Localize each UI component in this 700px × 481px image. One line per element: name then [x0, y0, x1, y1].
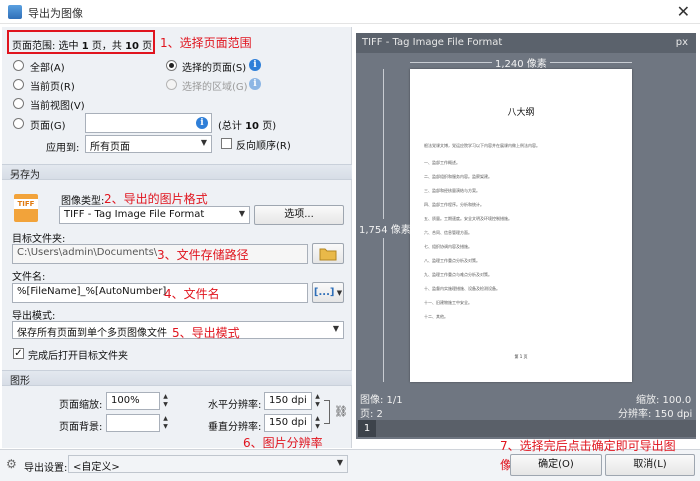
h-resolution-input[interactable]: 150 dpi: [264, 392, 312, 410]
preview-doc-item: 五、质量。工期速度。安全文明及环境控制措施。: [424, 216, 512, 221]
reverse-order-label: 反向顺序(R): [236, 141, 291, 152]
v-resolution-label: 垂直分辨率:: [208, 422, 262, 433]
image-count: 图像: 1/1: [360, 395, 403, 406]
preview-doc-item: 七、组织协调内容及措施。: [424, 244, 472, 249]
open-folder-checkbox[interactable]: ✓: [13, 348, 24, 359]
target-folder-label: 目标文件夹:: [12, 234, 66, 245]
ok-button[interactable]: 确定(O): [510, 454, 602, 476]
radio-current-page-label: 当前页(R): [30, 82, 75, 93]
pages-input[interactable]: [85, 113, 212, 133]
preview-doc-item: 二、监部组织和服务内容。监察架建。: [424, 174, 492, 179]
image-type-select[interactable]: TIFF - Tag Image File Format ▼: [59, 206, 250, 224]
link-bracket: [324, 400, 330, 424]
radio-pages-label: 页面(G): [30, 121, 66, 132]
preview-doc-item: 八、监理工作重点分析及对策。: [424, 258, 480, 263]
zoom-readout: 缩放: 100.0: [636, 395, 692, 406]
radio-selected-pages-label: 选择的页面(S): [182, 63, 247, 74]
page-zoom-label: 页面缩放:: [59, 400, 103, 411]
h-resolution-label: 水平分辨率:: [208, 400, 262, 411]
filename-input[interactable]: %[FileName]_%[AutoNumber]: [12, 283, 308, 303]
preview-doc-page-number: 第 1 页: [514, 354, 528, 359]
chevron-down-icon: ▼: [200, 138, 207, 147]
filename-macro-button[interactable]: [...] ▼: [312, 282, 344, 303]
gear-icon[interactable]: ⚙: [6, 457, 17, 471]
preview-doc-paragraph: 根法党课文博，党运应院学习以下内容并在展课内做上例法内容。: [424, 143, 540, 148]
annotation-1: 1、选择页面范围: [160, 36, 252, 50]
annotation-3: 3、文件存储路径: [157, 248, 249, 262]
info-icon[interactable]: i: [249, 59, 261, 71]
preview-header: TIFF - Tag Image File Format px: [356, 33, 696, 53]
page-preview: 八大纲 根法党课文博，党运应院学习以下内容并在展课内做上例法内容。 一、监部工作…: [410, 69, 632, 382]
page-background-dropdown[interactable]: ▲ ▼: [161, 415, 170, 431]
chevron-down-icon: ▼: [336, 458, 343, 467]
annotation-7-line-1: 7、选择完后点击确定即可导出图: [500, 439, 676, 453]
graphics-section-header: 图形: [2, 370, 352, 387]
options-button[interactable]: 选项...: [254, 205, 344, 225]
reverse-order-checkbox[interactable]: [221, 138, 232, 149]
chevron-down-icon: ▼: [332, 324, 339, 333]
chevron-down-icon: ▼: [238, 209, 245, 218]
chevron-down-icon: ▼: [334, 289, 343, 297]
h-resolution-stepper[interactable]: ▲ ▼: [313, 393, 322, 409]
page-tab-1[interactable]: 1: [358, 420, 376, 437]
page-background-color[interactable]: [106, 414, 160, 432]
apply-to-select[interactable]: 所有页面 ▼: [85, 135, 212, 153]
title-bar: 导出为图像 ✕: [0, 0, 700, 24]
page-zoom-stepper[interactable]: ▲ ▼: [161, 393, 170, 409]
info-icon[interactable]: i: [196, 117, 208, 129]
annotation-5: 5、导出模式: [172, 326, 240, 340]
preview-doc-item: 三、监部和经核量演结与方案。: [424, 188, 480, 193]
page-count: 页: 2: [360, 409, 383, 420]
app-icon: [8, 5, 22, 19]
radio-all-label: 全部(A): [30, 63, 65, 74]
radio-current-page[interactable]: [13, 79, 24, 90]
export-settings-select[interactable]: <自定义> ▼: [68, 455, 348, 473]
preview-doc-item: 十、监督内实施理措施、设备及检测设备。: [424, 286, 500, 291]
close-icon[interactable]: ✕: [677, 2, 690, 21]
folder-icon: [319, 248, 337, 261]
annotation-4: 4、文件名: [164, 287, 220, 301]
apply-to-label: 应用到:: [46, 143, 80, 154]
image-type-label: 图像类型:: [61, 196, 105, 207]
preview-doc-item: 六、合同、信息管理方面。: [424, 230, 472, 235]
v-resolution-stepper[interactable]: ▲ ▼: [313, 415, 322, 431]
page-background-label: 页面背景:: [59, 422, 103, 433]
radio-selected-pages[interactable]: [166, 60, 177, 71]
resolution-readout: 分辨率: 150 dpi: [618, 409, 693, 420]
annotation-box-1: [7, 30, 155, 54]
annotation-2: 2、导出的图片格式: [104, 192, 208, 206]
page-zoom-input[interactable]: 100%: [106, 392, 160, 410]
radio-current-view-label: 当前视图(V): [30, 101, 85, 112]
filename-label: 文件名:: [12, 272, 46, 283]
open-folder-label: 完成后打开目标文件夹: [28, 351, 128, 362]
tiff-file-icon: TIFF: [14, 194, 38, 222]
chain-link-icon[interactable]: ⛓: [334, 405, 348, 418]
preview-doc-item: 四、监部工作程序。分析和统计。: [424, 202, 484, 207]
radio-selected-area[interactable]: [166, 79, 177, 90]
browse-folder-button[interactable]: [312, 243, 344, 264]
save-as-section-header: 另存为: [2, 164, 352, 181]
v-resolution-input[interactable]: 150 dpi: [264, 414, 312, 432]
preview-doc-item: 九、监理工作重点与难点分析及对策。: [424, 272, 492, 277]
window-title: 导出为图像: [28, 7, 83, 20]
radio-pages[interactable]: [13, 118, 24, 129]
unit-label: px: [675, 37, 688, 48]
page-strip: [376, 420, 696, 437]
preview-doc-item: 一、监部工作概述。: [424, 160, 460, 165]
export-settings-label: 导出设置:: [24, 463, 68, 474]
width-measure-label: 1,240 像素: [492, 55, 550, 70]
preview-doc-item: 十一、旧建物施工中安全。: [424, 300, 472, 305]
cancel-button[interactable]: 取消(L): [605, 454, 695, 476]
height-measure-label: 1,754 像素: [359, 219, 411, 238]
export-mode-label: 导出模式:: [12, 311, 56, 322]
info-icon[interactable]: i: [249, 78, 261, 90]
preview-doc-title: 八大纲: [507, 108, 535, 118]
preview-doc-item: 十二、其他。: [424, 314, 448, 319]
radio-selected-area-label: 选择的区域(G): [182, 82, 248, 93]
radio-all[interactable]: [13, 60, 24, 71]
page-total-label: (总计 10 页): [218, 121, 277, 132]
radio-current-view[interactable]: [13, 98, 24, 109]
